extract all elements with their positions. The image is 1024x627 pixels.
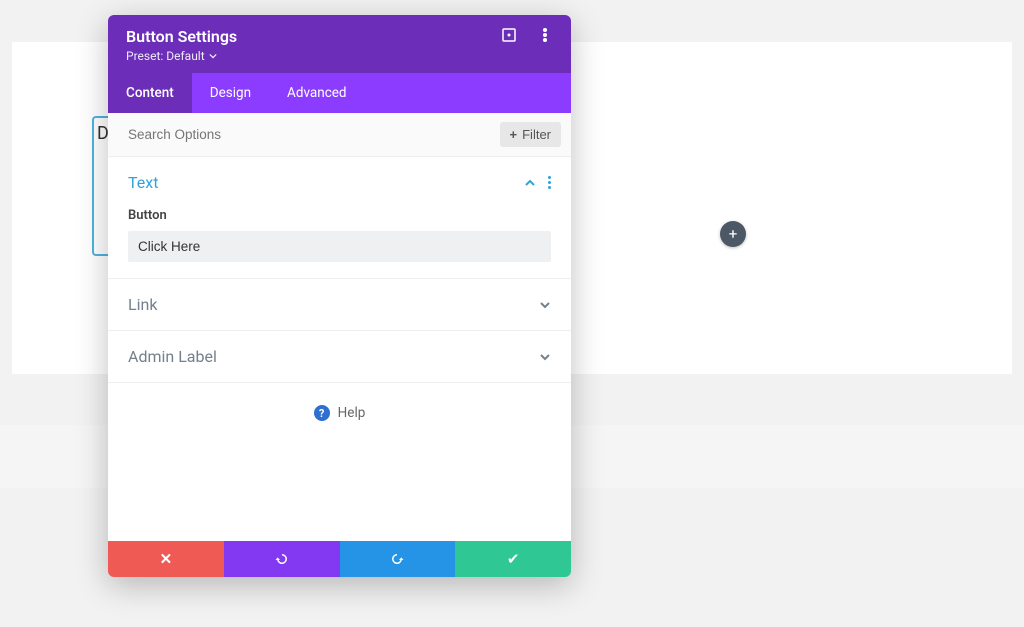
tab-content[interactable]: Content [108,73,192,113]
help-label: Help [338,405,366,421]
more-menu-icon[interactable] [537,27,553,43]
chevron-down-icon [539,351,551,363]
section-text-title: Text [128,173,158,192]
chevron-up-icon [524,177,536,189]
search-input[interactable] [128,127,500,142]
tab-advanced[interactable]: Advanced [269,73,365,113]
redo-icon [389,551,405,567]
cancel-button[interactable]: ✕ [108,541,224,577]
save-button[interactable]: ✔ [455,541,571,577]
filter-button[interactable]: + Filter [500,122,561,147]
section-admin-label-header[interactable]: Admin Label [108,331,571,382]
redo-button[interactable] [340,541,456,577]
search-row: + Filter [108,113,571,157]
section-admin-label: Admin Label [108,331,571,383]
modal-title: Button Settings [126,27,237,46]
section-link-title: Link [128,295,157,314]
help-row[interactable]: ? Help [108,383,571,443]
add-module-button[interactable]: + [720,221,746,247]
modal-spacer [108,443,571,541]
section-text: Text Button [108,157,571,279]
expand-icon[interactable] [501,27,517,43]
undo-icon [274,551,290,567]
section-admin-label-title: Admin Label [128,347,217,366]
modal-tabs: Content Design Advanced [108,73,571,113]
chevron-down-icon [209,52,217,60]
plus-icon: + [510,127,518,142]
section-more-icon[interactable] [548,176,551,189]
settings-modal: Button Settings Preset: Default Content … [108,15,571,577]
undo-button[interactable] [224,541,340,577]
chevron-down-icon [539,299,551,311]
plus-icon: + [729,227,738,242]
preset-dropdown[interactable]: Preset: Default [126,49,237,63]
section-link: Link [108,279,571,331]
section-text-header[interactable]: Text [108,157,571,208]
button-text-input[interactable] [128,231,551,262]
modal-header[interactable]: Button Settings Preset: Default [108,15,571,73]
modal-action-bar: ✕ ✔ [108,541,571,577]
help-icon: ? [314,405,330,421]
button-field-label: Button [128,208,551,223]
close-icon: ✕ [160,550,173,568]
check-icon: ✔ [507,550,520,568]
tab-design[interactable]: Design [192,73,269,113]
section-link-header[interactable]: Link [108,279,571,330]
